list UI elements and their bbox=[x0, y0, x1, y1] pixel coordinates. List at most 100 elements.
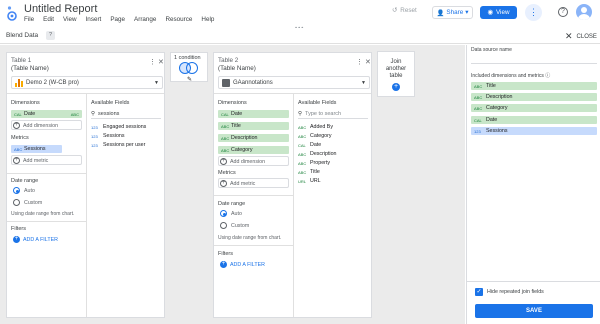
field-name: Category bbox=[310, 133, 332, 139]
included-fields-label: Included dimensions and metrics ⓘ bbox=[471, 72, 550, 79]
text-icon: ABC bbox=[221, 147, 230, 153]
radio-unchecked-icon bbox=[220, 222, 227, 229]
date-range-label: Date range bbox=[11, 178, 39, 184]
table-1-label: Table 1 bbox=[11, 57, 32, 64]
available-field[interactable]: URL URL bbox=[298, 178, 321, 184]
available-field[interactable]: ABC Description bbox=[298, 151, 337, 157]
reset-icon: ↺ bbox=[392, 7, 398, 14]
view-button[interactable]: ◉ View bbox=[480, 6, 517, 19]
included-field[interactable]: ABC Category bbox=[471, 104, 597, 112]
join-label-line: another bbox=[385, 66, 407, 72]
add-metric-button[interactable]: + Add metric bbox=[13, 157, 48, 164]
table-2-label: Table 2 bbox=[218, 57, 239, 64]
add-dimension-button[interactable]: + Add dimension bbox=[13, 122, 58, 129]
menu-resource[interactable]: Resource bbox=[165, 16, 192, 23]
reset-button[interactable]: ↺ Reset bbox=[392, 7, 417, 14]
save-button[interactable]: SAVE bbox=[475, 304, 593, 318]
available-field[interactable]: 123 Sessions bbox=[91, 133, 125, 139]
available-field[interactable]: ABC Title bbox=[298, 169, 320, 175]
hide-repeated-label: Hide repeated join fields bbox=[487, 289, 544, 295]
join-condition-box[interactable]: 1 condition ✎ bbox=[170, 52, 208, 83]
field-search-input[interactable]: ⚲ Type to search bbox=[298, 109, 368, 119]
date-custom-label: Custom bbox=[231, 222, 250, 229]
join-label-line: table bbox=[389, 73, 403, 79]
help-icon[interactable]: ? bbox=[46, 31, 55, 40]
included-field[interactable]: ABC Description bbox=[471, 93, 597, 101]
calendar-icon: CAL bbox=[474, 117, 482, 123]
date-auto-radio[interactable]: Auto bbox=[220, 210, 242, 217]
filters-label: Filters bbox=[218, 251, 233, 257]
date-custom-radio[interactable]: Custom bbox=[13, 199, 42, 206]
add-filter-button[interactable]: + ADD A FILTER bbox=[220, 261, 265, 268]
dimension-chip[interactable]: CAL Date bbox=[218, 110, 289, 118]
available-field[interactable]: CAL Date bbox=[298, 142, 321, 148]
add-metric-label: Add metric bbox=[23, 157, 49, 164]
menu-page[interactable]: Page bbox=[110, 16, 125, 23]
dimensions-label: Dimensions bbox=[218, 100, 247, 106]
dimension-chip[interactable]: CAL Date ABC bbox=[11, 110, 82, 118]
table-2-close-icon[interactable]: ✕ bbox=[365, 58, 371, 66]
table-2-header: Table 2 (Table Name) bbox=[218, 57, 256, 73]
menu-edit[interactable]: Edit bbox=[43, 16, 54, 23]
dimension-chip[interactable]: ABC Category bbox=[218, 146, 289, 154]
text-icon: ABC bbox=[474, 105, 483, 111]
table-1-header: Table 1 (Table Name) bbox=[11, 57, 49, 73]
table-1-name[interactable]: (Table Name) bbox=[11, 65, 49, 73]
metric-chip[interactable]: ABC Sessions bbox=[11, 145, 62, 153]
dimension-name: Description bbox=[231, 135, 258, 141]
hide-repeated-checkbox[interactable]: ✓ Hide repeated join fields bbox=[475, 288, 544, 296]
add-dimension-button[interactable]: + Add dimension bbox=[220, 158, 265, 165]
table-1-more-icon[interactable]: ⋮ bbox=[149, 58, 156, 66]
add-filter-button[interactable]: + ADD A FILTER bbox=[13, 236, 58, 243]
text-icon: ABC bbox=[298, 133, 307, 139]
included-field[interactable]: 123 Sessions bbox=[471, 127, 597, 135]
share-button[interactable]: 👤 Share ▾ bbox=[432, 6, 473, 19]
avatar[interactable] bbox=[576, 4, 592, 20]
date-custom-radio[interactable]: Custom bbox=[220, 222, 249, 229]
included-field[interactable]: ABC Title bbox=[471, 82, 597, 90]
dimension-chip[interactable]: ABC Description bbox=[218, 134, 289, 142]
table-1-close-icon[interactable]: ✕ bbox=[158, 58, 164, 66]
field-name: Title bbox=[310, 169, 320, 175]
date-auto-radio[interactable]: Auto bbox=[13, 187, 35, 194]
table-2-more-icon[interactable]: ⋮ bbox=[356, 58, 363, 66]
column-divider bbox=[293, 93, 294, 317]
add-filter-label: ADD A FILTER bbox=[23, 236, 58, 243]
menu-view[interactable]: View bbox=[63, 16, 77, 23]
table-1-source-name: Demo 2 (W-CB pro) bbox=[26, 79, 79, 86]
menu-help[interactable]: Help bbox=[201, 16, 214, 23]
help-icon[interactable]: ? bbox=[558, 7, 568, 17]
dimension-chip[interactable]: ABC Title bbox=[218, 122, 289, 130]
number-icon: 123 bbox=[91, 142, 98, 148]
menu-file[interactable]: File bbox=[24, 16, 34, 23]
join-another-table-button[interactable]: Join another table + bbox=[377, 51, 415, 97]
close-button[interactable]: ✕ CLOSE bbox=[565, 31, 597, 42]
field-name: Engaged sessions bbox=[103, 124, 147, 130]
available-field[interactable]: 123 Sessions per user bbox=[91, 142, 145, 148]
available-field[interactable]: ABC Added By bbox=[298, 124, 333, 130]
looker-studio-logo[interactable] bbox=[6, 5, 18, 21]
dimension-name: Date bbox=[24, 111, 36, 117]
available-field[interactable]: ABC Property bbox=[298, 160, 330, 166]
menu-arrange[interactable]: Arrange bbox=[134, 16, 156, 23]
more-options-icon[interactable]: ⋮ bbox=[525, 4, 542, 21]
source-name-input[interactable] bbox=[471, 63, 597, 64]
menu-insert[interactable]: Insert bbox=[86, 16, 102, 23]
available-field[interactable]: 123 Engaged sessions bbox=[91, 124, 146, 130]
help-icon[interactable]: ⓘ bbox=[545, 73, 550, 79]
plus-icon: + bbox=[13, 122, 20, 129]
field-name: URL bbox=[310, 178, 321, 184]
add-metric-button[interactable]: + Add metric bbox=[220, 180, 255, 187]
available-field[interactable]: ABC Category bbox=[298, 133, 332, 139]
field-search-input[interactable]: ⚲ sessions bbox=[91, 109, 161, 119]
pencil-icon[interactable]: ✎ bbox=[187, 76, 192, 83]
table-1-source-select[interactable]: Demo 2 (W-CB pro) ▼ bbox=[11, 76, 163, 89]
included-field[interactable]: CAL Date bbox=[471, 116, 597, 124]
table-2-source-name: GAannotations bbox=[233, 79, 273, 86]
share-label: Share bbox=[446, 9, 464, 16]
table-2-source-select[interactable]: GAannotations ▼ bbox=[218, 76, 370, 89]
date-range-label: Date range bbox=[218, 201, 246, 207]
number-icon: 123 bbox=[91, 133, 98, 139]
table-2-name[interactable]: (Table Name) bbox=[218, 65, 256, 73]
report-title[interactable]: Untitled Report bbox=[24, 3, 97, 15]
